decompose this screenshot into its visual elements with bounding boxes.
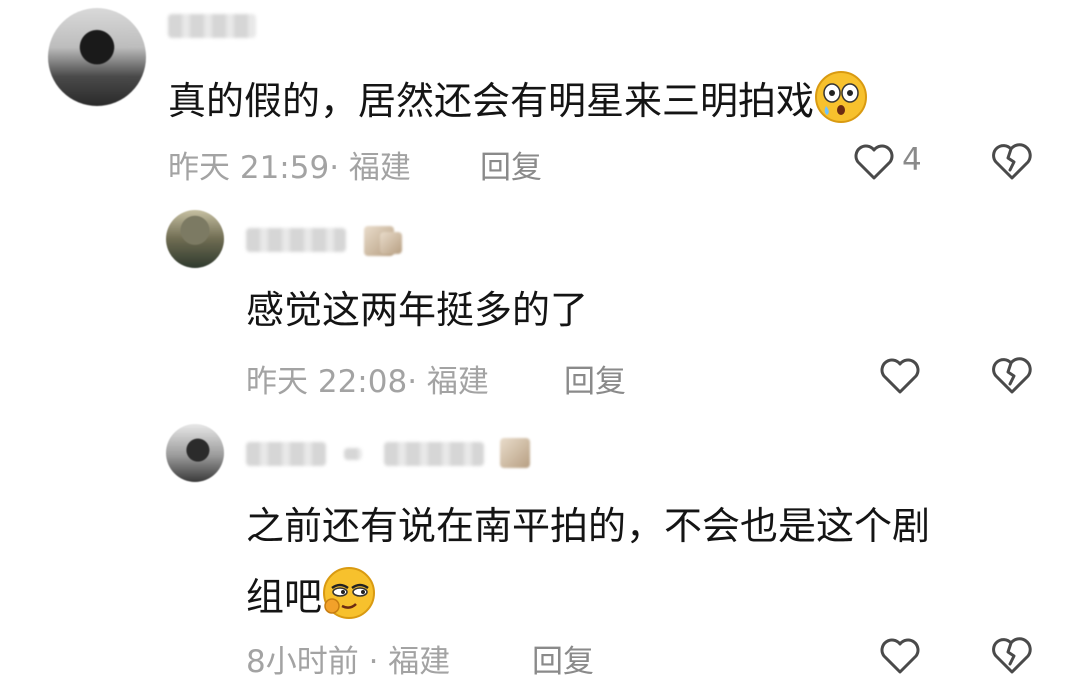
timestamp: 昨天 22:08· (246, 364, 418, 400)
avatar[interactable] (48, 8, 146, 106)
like-button[interactable] (852, 140, 896, 184)
broken-heart-icon (992, 637, 1032, 674)
reply-to-avatar (500, 438, 530, 468)
username-blurred[interactable] (246, 442, 326, 466)
like-count: 4 (902, 142, 922, 178)
comment-text-line-1: 之前还有说在南平拍的，不会也是这个剧 (246, 504, 931, 548)
avatar[interactable] (166, 424, 224, 482)
comment-text: 真的假的，居然还会有明星来三明拍戏 (168, 70, 868, 137)
timestamp: 8小时前 · (246, 644, 379, 680)
comment-meta: 8小时前 · 福建 (246, 636, 450, 681)
smirk-face-emoji (322, 566, 376, 633)
heart-icon (880, 358, 920, 394)
reply-button[interactable]: 回复 (480, 142, 542, 187)
reply-separator-blurred (344, 448, 362, 460)
comment-meta: 昨天 22:08· 福建 (246, 356, 489, 401)
heart-icon (854, 144, 894, 180)
location: 福建 (348, 150, 411, 186)
reply-button[interactable]: 回复 (564, 356, 626, 401)
dislike-button[interactable] (990, 634, 1034, 678)
location: 福建 (426, 364, 489, 400)
like-button[interactable] (878, 354, 922, 398)
broken-heart-icon (992, 357, 1032, 394)
comment-meta: 昨天 21:59· 福建 (168, 142, 411, 187)
heart-icon (880, 638, 920, 674)
comment-text-line-2: 组吧 (246, 566, 376, 633)
avatar[interactable] (166, 210, 224, 268)
dislike-button[interactable] (990, 140, 1034, 184)
username-blurred[interactable] (246, 228, 346, 252)
reply-to-avatar-2 (380, 232, 402, 254)
timestamp: 昨天 21:59· (168, 150, 340, 186)
location: 福建 (388, 644, 451, 680)
reply-to-username-blurred[interactable] (384, 442, 484, 466)
astonished-face-emoji (814, 70, 868, 137)
dislike-button[interactable] (990, 354, 1034, 398)
username-blurred[interactable] (168, 14, 256, 38)
like-button[interactable] (878, 634, 922, 678)
broken-heart-icon (992, 143, 1032, 180)
comment-text: 感觉这两年挺多的了 (246, 288, 589, 332)
reply-button[interactable]: 回复 (532, 636, 594, 681)
